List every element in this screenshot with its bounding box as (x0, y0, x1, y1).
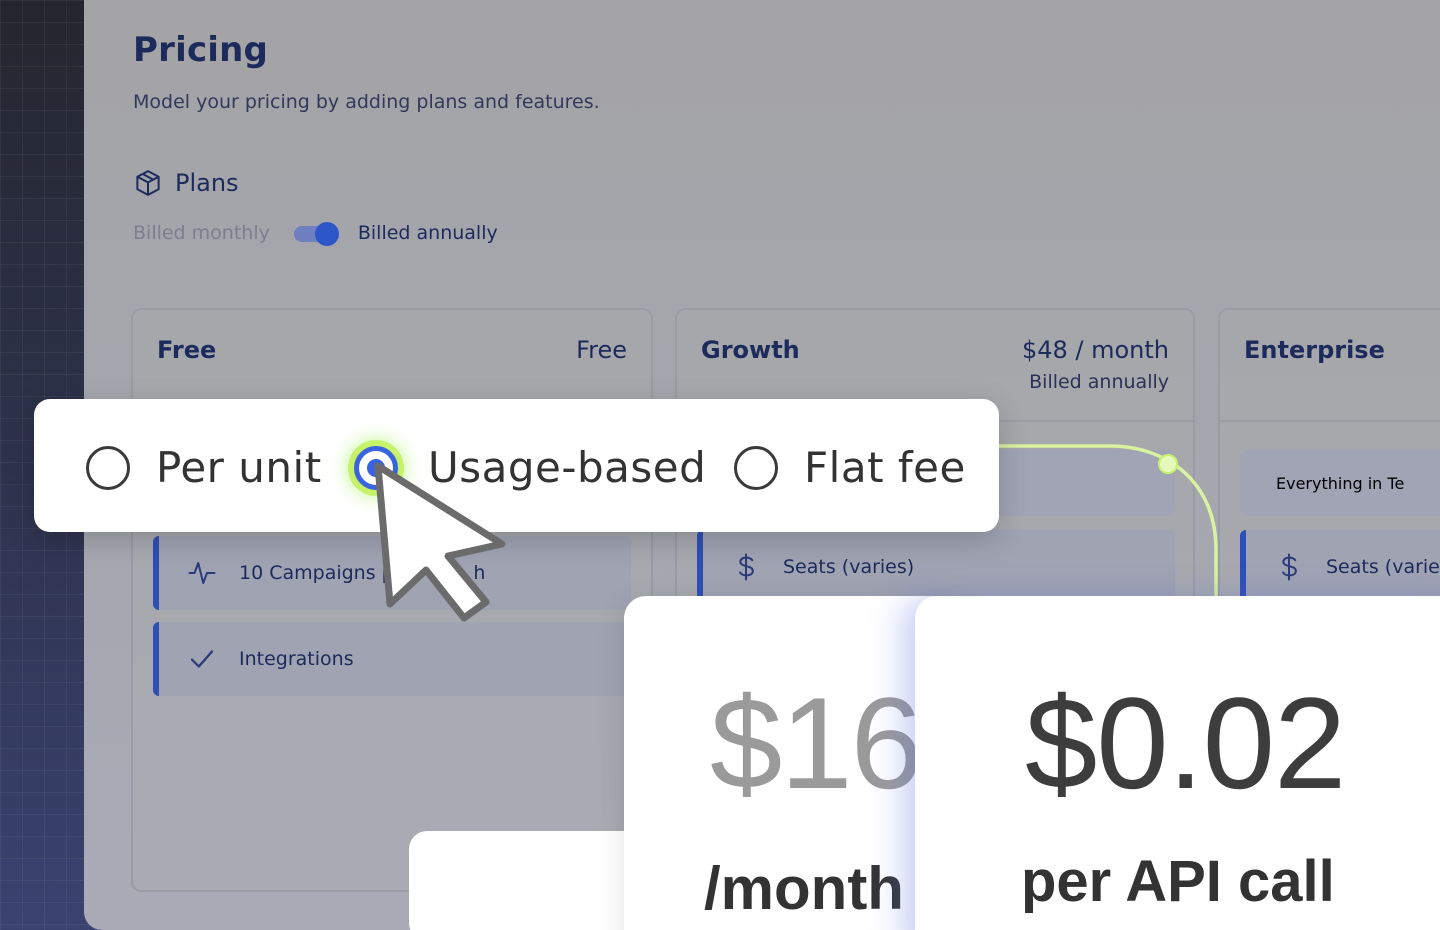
billing-toggle-row: Billed monthly Billed annually (133, 222, 498, 246)
dollar-icon (739, 553, 754, 581)
billing-toggle[interactable] (293, 222, 340, 246)
pricing-model-selector: Per unit Usage-based Flat fee (34, 399, 999, 532)
price-amount: $0.02 (1025, 670, 1346, 816)
price-card-monthly: $16 /month (624, 596, 964, 930)
plan-name: Free (157, 336, 217, 364)
radio-option-flat-fee[interactable]: Flat fee (734, 443, 966, 492)
plan-price: $48 / month (1021, 336, 1169, 364)
radio-label: Flat fee (804, 443, 966, 492)
plan-name: Enterprise (1244, 336, 1385, 364)
mouse-cursor-icon (374, 462, 506, 622)
price-amount: $16 (710, 670, 923, 816)
package-icon (136, 170, 160, 196)
billing-annual-label[interactable]: Billed annually (358, 222, 498, 244)
price-unit: /month (704, 855, 904, 922)
page-subtitle: Model your pricing by adding plans and f… (133, 91, 600, 113)
radio-button[interactable] (734, 445, 778, 490)
feature-item[interactable]: Seats (varie (1240, 530, 1440, 604)
connector-line (998, 444, 1218, 610)
price-card-usage: $0.02 per API call (915, 596, 1440, 930)
billing-monthly-label[interactable]: Billed monthly (133, 222, 270, 244)
radio-label: Per unit (156, 443, 322, 492)
plan-price: Free (576, 336, 627, 364)
feature-label: Integrations (239, 648, 354, 670)
radio-button[interactable] (86, 445, 130, 490)
check-icon (190, 650, 214, 668)
plans-label: Plans (175, 169, 239, 197)
feature-label: Seats (varies) (783, 556, 915, 578)
feature-label: Seats (varie (1326, 556, 1440, 578)
dollar-icon (1282, 553, 1297, 581)
plan-name: Growth (701, 336, 800, 364)
plan-card-header: Enterprise (1220, 310, 1440, 422)
activity-icon (188, 562, 216, 584)
feature-item[interactable]: Everything in Te (1240, 450, 1440, 516)
plans-section-header: Plans (133, 168, 239, 198)
radio-option-per-unit[interactable]: Per unit (86, 443, 322, 492)
page-title: Pricing (133, 30, 269, 70)
toggle-knob (314, 222, 339, 246)
plan-billing-note: Billed annually (1029, 371, 1169, 393)
feature-item[interactable]: Integrations (153, 622, 631, 696)
price-unit: per API call (1021, 849, 1335, 914)
feature-label: Everything in Te (1276, 473, 1405, 493)
